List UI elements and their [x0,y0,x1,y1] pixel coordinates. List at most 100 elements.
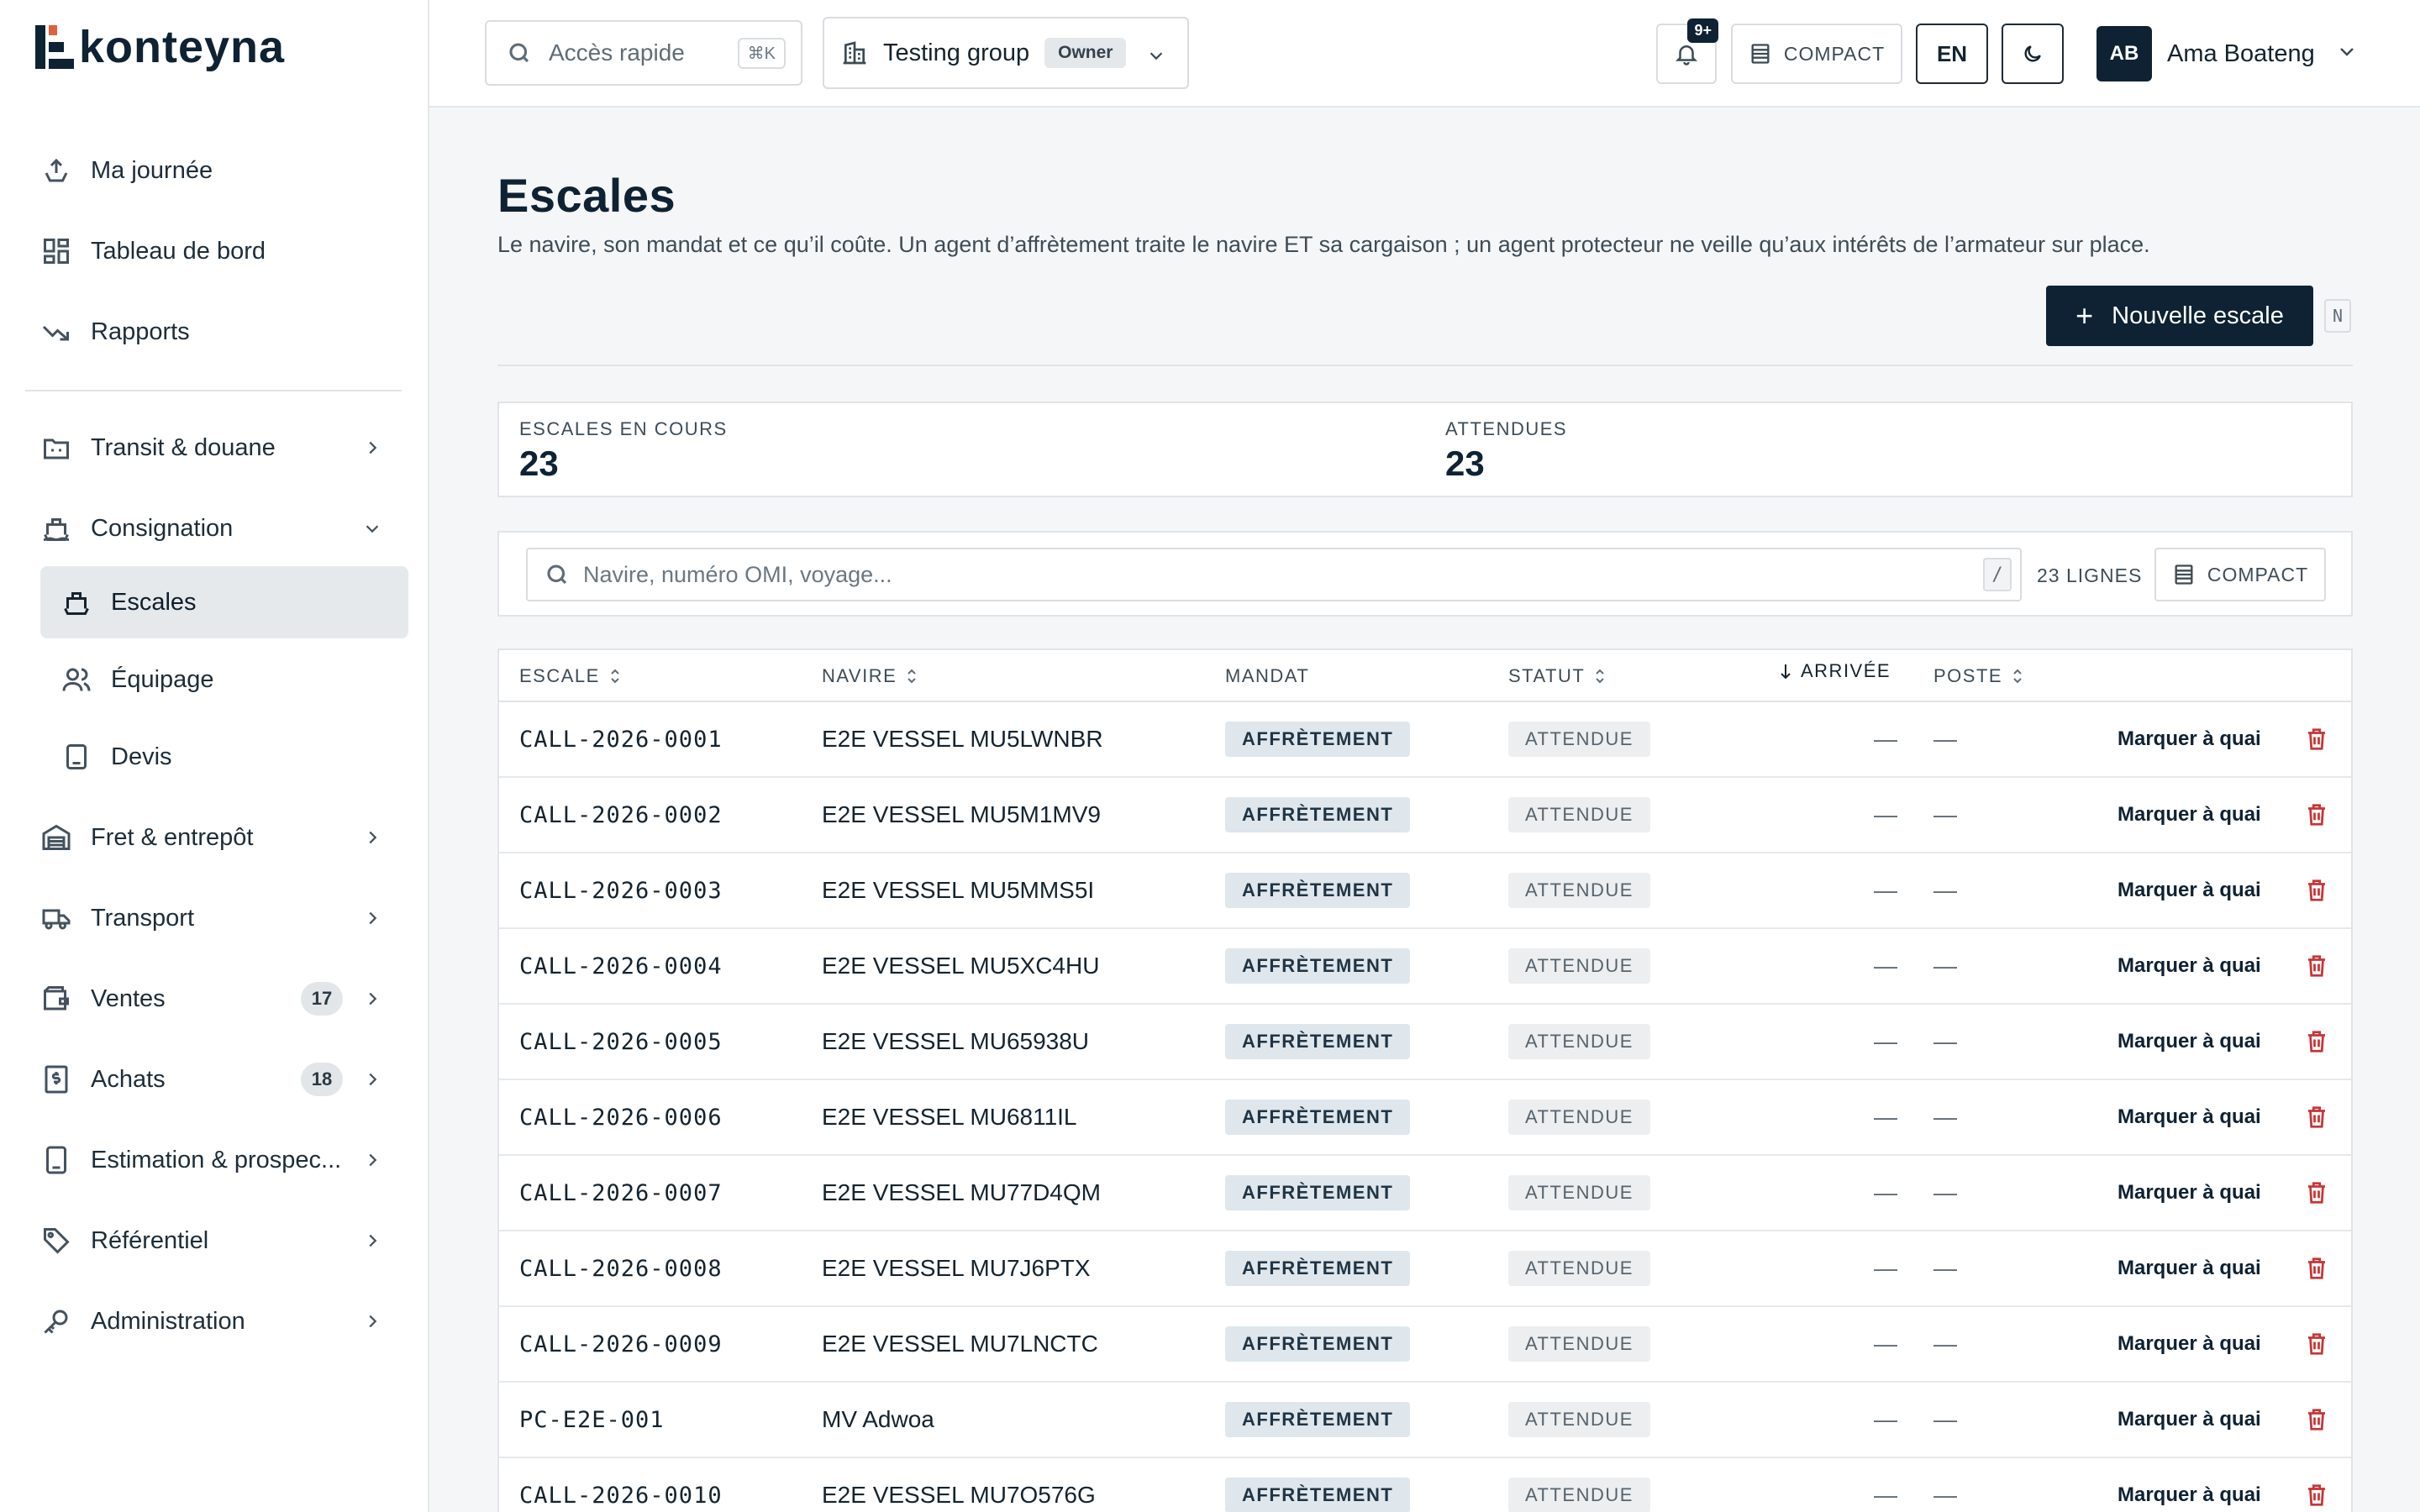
search-input[interactable]: Navire, numéro OMI, voyage... / [526,548,2022,601]
delete-button[interactable] [2304,1458,2329,1512]
mark-at-quay-button[interactable]: Marquer à quai [2118,1080,2261,1154]
column-header-navire[interactable]: NAVIRE [822,665,918,687]
berth-value: — [1933,1028,1957,1054]
moon-icon [2024,45,2041,62]
mark-at-quay-button[interactable]: Marquer à quai [2118,1383,2261,1457]
sidebar-item-achats[interactable]: Achats 18 [25,1043,408,1116]
sidebar-item-tableau-de-bord[interactable]: Tableau de bord [25,215,408,287]
table-header: ESCALE NAVIRE MANDAT STATUT ARRIVÉE POST… [499,650,2351,702]
sidebar-item-transport[interactable]: Transport [25,882,408,954]
escale-code[interactable]: CALL-2026-0007 [519,1156,723,1230]
mandat-badge: AFFRÈTEMENT [1225,1175,1411,1210]
table-row[interactable]: CALL-2026-0004 E2E VESSEL MU5XC4HU AFFRÈ… [499,929,2351,1005]
delete-button[interactable] [2304,1383,2329,1457]
logo[interactable]: konteyna [35,22,285,72]
mark-at-quay-button[interactable]: Marquer à quai [2118,778,2261,852]
delete-button[interactable] [2304,929,2329,1003]
sidebar-item-ventes[interactable]: Ventes 17 [25,963,408,1035]
escale-code[interactable]: CALL-2026-0001 [519,702,723,776]
delete-button[interactable] [2304,1307,2329,1381]
table-row[interactable]: CALL-2026-0005 E2E VESSEL MU65938U AFFRÈ… [499,1005,2351,1080]
mark-at-quay-button[interactable]: Marquer à quai [2118,1458,2261,1512]
column-header-statut[interactable]: STATUT [1508,665,1607,687]
new-escale-label: Nouvelle escale [2112,302,2284,329]
mark-at-quay-button[interactable]: Marquer à quai [2118,1307,2261,1381]
delete-button[interactable] [2304,853,2329,927]
delete-button[interactable] [2304,702,2329,776]
escale-code[interactable]: CALL-2026-0005 [519,1005,723,1079]
table-row[interactable]: PC-E2E-001 MV Adwoa AFFRÈTEMENT ATTENDUE… [499,1383,2351,1458]
sidebar-item-rapports[interactable]: Rapports [25,296,408,368]
escale-code[interactable]: CALL-2026-0003 [519,853,723,927]
table-row[interactable]: CALL-2026-0008 E2E VESSEL MU7J6PTX AFFRÈ… [499,1231,2351,1307]
table-row[interactable]: CALL-2026-0003 E2E VESSEL MU5MMS5I AFFRÈ… [499,853,2351,929]
sidebar-item-referentiel[interactable]: Référentiel [25,1205,408,1277]
search-shortcut: / [1983,558,2012,591]
table-row[interactable]: CALL-2026-0009 E2E VESSEL MU7LNCTC AFFRÈ… [499,1307,2351,1383]
delete-button[interactable] [2304,1005,2329,1079]
table-row[interactable]: CALL-2026-0010 E2E VESSEL MU7O576G AFFRÈ… [499,1458,2351,1512]
mark-at-quay-button[interactable]: Marquer à quai [2118,1005,2261,1079]
escale-code[interactable]: PC-E2E-001 [519,1383,665,1457]
delete-button[interactable] [2304,1080,2329,1154]
arrival-value: — [1874,877,1897,903]
sidebar-item-transit-douane[interactable]: Transit & douane [25,412,408,484]
delete-button[interactable] [2304,778,2329,852]
column-header-poste[interactable]: POSTE [1933,665,2024,687]
mark-at-quay-button[interactable]: Marquer à quai [2118,1156,2261,1230]
sidebar-item-estimation[interactable]: Estimation & prospec... [25,1124,408,1196]
sidebar-item-fret-entrepot[interactable]: Fret & entrepôt [25,801,408,874]
sidebar-item-administration[interactable]: Administration [25,1285,408,1357]
trash-icon [2308,1106,2325,1128]
table-compact-button[interactable]: COMPACT [2154,548,2326,601]
trash-icon [2308,1182,2325,1204]
escale-code[interactable]: CALL-2026-0010 [519,1458,723,1512]
mandat-cell: AFFRÈTEMENT [1225,929,1411,1003]
quick-access-search[interactable]: Accès rapide ⌘K [485,20,802,86]
status-badge: ATTENDUE [1508,873,1650,908]
mark-at-quay-button[interactable]: Marquer à quai [2118,929,2261,1003]
table-row[interactable]: CALL-2026-0001 E2E VESSEL MU5LWNBR AFFRÈ… [499,702,2351,778]
statut-cell: ATTENDUE [1508,1458,1650,1512]
language-button[interactable]: EN [1916,24,1988,84]
delete-button[interactable] [2304,1231,2329,1305]
column-header-label: NAVIRE [822,665,897,686]
mark-at-quay-button[interactable]: Marquer à quai [2118,1231,2261,1305]
sidebar-item-ma-journee[interactable]: Ma journée [25,134,408,207]
trend-down-icon [40,316,72,348]
group-selector[interactable]: Testing group Owner [823,17,1189,89]
notifications-button[interactable]: 9+ [1656,18,1718,84]
status-badge: ATTENDUE [1508,1478,1650,1512]
user-menu[interactable]: AB Ama Boateng [2096,25,2357,82]
column-header-arrivee[interactable]: ARRIVÉE [1779,660,1891,682]
delete-button[interactable] [2304,1156,2329,1230]
key-icon [40,1305,72,1337]
trash-icon [2308,1333,2325,1355]
escale-code[interactable]: CALL-2026-0006 [519,1080,723,1154]
list-rows-icon [2175,564,2193,585]
sidebar-item-equipage[interactable]: Équipage [40,643,408,716]
escale-code[interactable]: CALL-2026-0002 [519,778,723,852]
role-badge: Owner [1044,38,1127,68]
sidebar-item-escales[interactable]: Escales [40,566,408,638]
compact-toggle-button[interactable]: COMPACT [1731,24,1902,84]
mark-at-quay-button[interactable]: Marquer à quai [2118,702,2261,776]
table-row[interactable]: CALL-2026-0007 E2E VESSEL MU77D4QM AFFRÈ… [499,1156,2351,1231]
new-escale-button[interactable]: + Nouvelle escale [2046,286,2313,346]
column-header-escale[interactable]: ESCALE [519,665,622,687]
stat-attendues: ATTENDUES 23 [1445,418,1567,484]
mark-at-quay-button[interactable]: Marquer à quai [2118,853,2261,927]
table-row[interactable]: CALL-2026-0002 E2E VESSEL MU5M1MV9 AFFRÈ… [499,778,2351,853]
search-placeholder: Navire, numéro OMI, voyage... [583,561,892,587]
mandat-badge: AFFRÈTEMENT [1225,797,1411,832]
escale-code[interactable]: CALL-2026-0008 [519,1231,723,1305]
escale-code[interactable]: CALL-2026-0009 [519,1307,723,1381]
sidebar-item-consignation[interactable]: Consignation [25,492,408,564]
escale-code[interactable]: CALL-2026-0004 [519,929,723,1003]
berth-value: — [1933,1104,1957,1130]
table-row[interactable]: CALL-2026-0006 E2E VESSEL MU6811IL AFFRÈ… [499,1080,2351,1156]
page-title: Escales [497,169,676,222]
theme-toggle-button[interactable] [2002,24,2064,84]
sidebar-item-devis[interactable]: Devis [40,721,408,793]
sidebar-item-label: Ventes [91,984,166,1012]
